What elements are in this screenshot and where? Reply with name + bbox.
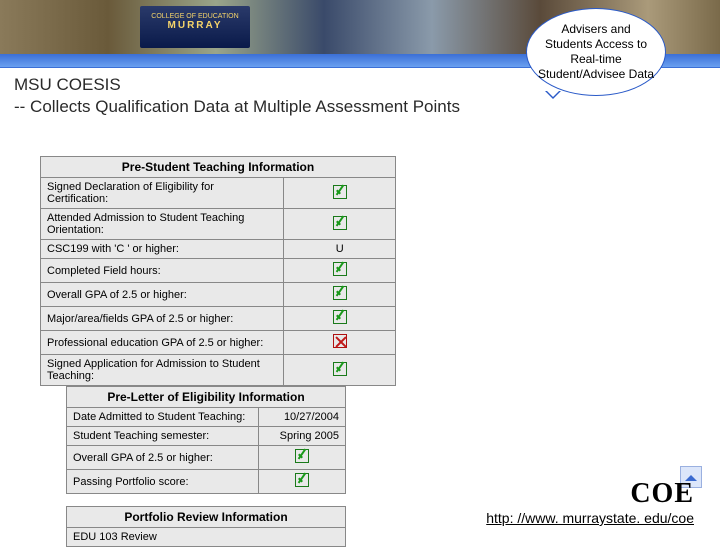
table-row: Major/area/fields GPA of 2.5 or higher: <box>41 307 396 331</box>
row-value: U <box>284 240 396 259</box>
row-value <box>284 283 396 307</box>
left-table-header: Pre-Student Teaching Information <box>41 157 396 178</box>
row-label: Completed Field hours: <box>41 259 284 283</box>
table-row: CSC199 with 'C ' or higher:U <box>41 240 396 259</box>
row-label: CSC199 with 'C ' or higher: <box>41 240 284 259</box>
check-icon <box>333 310 347 324</box>
row-value <box>284 209 396 240</box>
portfolio-header: Portfolio Review Information <box>67 507 346 528</box>
row-value <box>284 355 396 386</box>
coe-label: COE <box>486 478 694 510</box>
check-icon <box>333 185 347 199</box>
footer-url[interactable]: http: //www. murraystate. edu/coe <box>486 510 694 526</box>
row-label: Professional education GPA of 2.5 or hig… <box>41 331 284 355</box>
callout-text: Advisers and Students Access to Real-tim… <box>537 22 655 82</box>
row-label: Major/area/fields GPA of 2.5 or higher: <box>41 307 284 331</box>
check-icon <box>333 286 347 300</box>
table-row: Date Admitted to Student Teaching:10/27/… <box>67 408 346 427</box>
row-label: Student Teaching semester: <box>67 427 259 446</box>
check-icon <box>333 362 347 376</box>
row-value <box>284 307 396 331</box>
callout-bubble: Advisers and Students Access to Real-tim… <box>526 8 666 96</box>
row-value <box>284 259 396 283</box>
table-row: Professional education GPA of 2.5 or hig… <box>41 331 396 355</box>
row-label: Passing Portfolio score: <box>67 470 259 494</box>
row-value <box>259 446 346 470</box>
table-row: Signed Application for Admission to Stud… <box>41 355 396 386</box>
check-icon <box>295 473 309 487</box>
check-icon <box>295 449 309 463</box>
row-value: Spring 2005 <box>259 427 346 446</box>
table-row: Attended Admission to Student Teaching O… <box>41 209 396 240</box>
pre-student-teaching-table: Pre-Student Teaching Information Signed … <box>40 156 396 386</box>
row-label: Signed Declaration of Eligibility for Ce… <box>41 178 284 209</box>
table-row: Signed Declaration of Eligibility for Ce… <box>41 178 396 209</box>
check-icon <box>333 216 347 230</box>
row-value: 10/27/2004 <box>259 408 346 427</box>
right-table-header: Pre-Letter of Eligibility Information <box>67 387 346 408</box>
row-label: Date Admitted to Student Teaching: <box>67 408 259 427</box>
cross-icon <box>333 334 347 348</box>
logo-title: MURRAY <box>140 21 250 30</box>
table-row: Overall GPA of 2.5 or higher: <box>41 283 396 307</box>
row-label: Attended Admission to Student Teaching O… <box>41 209 284 240</box>
title-line-2: -- Collects Qualification Data at Multip… <box>14 96 706 118</box>
footer: COE http: //www. murraystate. edu/coe <box>486 478 694 528</box>
check-icon <box>333 262 347 276</box>
row-label: Overall GPA of 2.5 or higher: <box>41 283 284 307</box>
row-value <box>284 331 396 355</box>
portfolio-row: EDU 103 Review <box>67 528 346 547</box>
portfolio-review-table: Portfolio Review Information EDU 103 Rev… <box>66 506 346 547</box>
table-row: Overall GPA of 2.5 or higher: <box>67 446 346 470</box>
row-value <box>284 178 396 209</box>
pre-letter-eligibility-table: Pre-Letter of Eligibility Information Da… <box>66 386 346 494</box>
row-label: Signed Application for Admission to Stud… <box>41 355 284 386</box>
college-logo: COLLEGE OF EDUCATION MURRAY <box>140 6 250 48</box>
row-value <box>259 470 346 494</box>
row-label: Overall GPA of 2.5 or higher: <box>67 446 259 470</box>
table-row: Completed Field hours: <box>41 259 396 283</box>
table-row: Passing Portfolio score: <box>67 470 346 494</box>
table-row: Student Teaching semester:Spring 2005 <box>67 427 346 446</box>
